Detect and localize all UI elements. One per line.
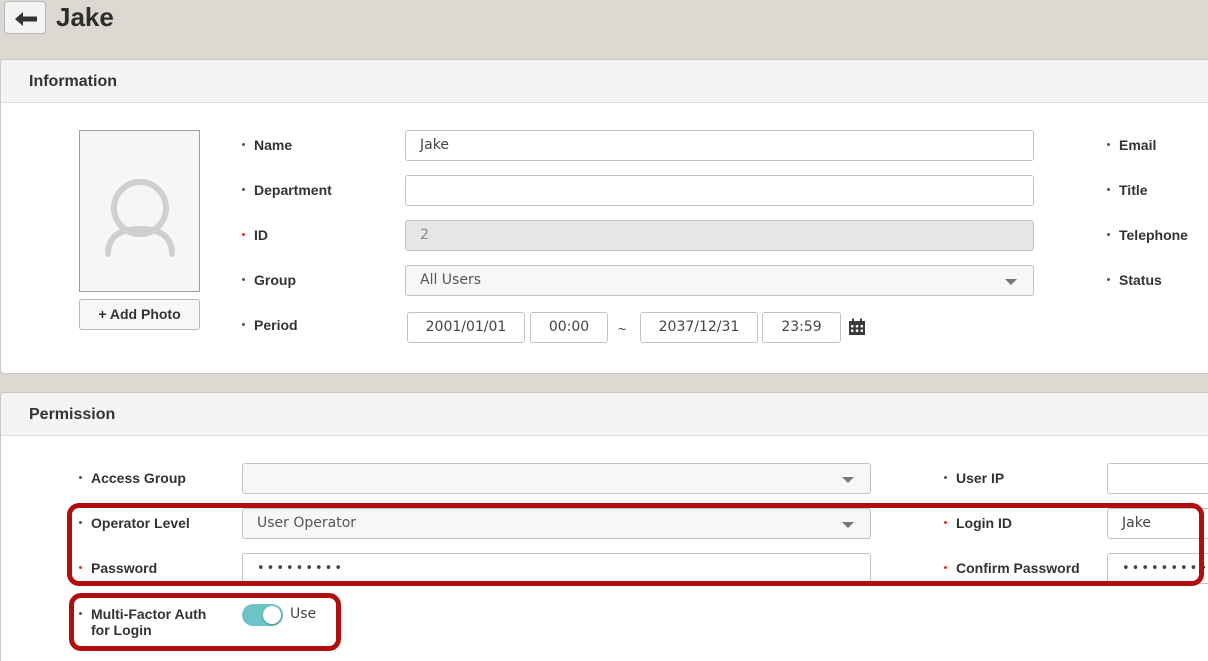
user-ip-input[interactable] [1107, 463, 1208, 494]
password-input[interactable]: ••••••••• [242, 553, 871, 584]
email-label: Email [1107, 137, 1156, 153]
add-photo-button[interactable]: + Add Photo [79, 299, 200, 330]
user-ip-label: User IP [944, 470, 1004, 486]
page-title: Jake [56, 2, 114, 32]
department-label: Department [242, 182, 332, 198]
password-label: Password [79, 560, 157, 576]
toggle-knob [263, 606, 281, 624]
user-avatar-icon [105, 179, 175, 257]
telephone-label: Telephone [1107, 227, 1188, 243]
period-separator: ~ [618, 321, 627, 337]
access-group-select[interactable] [242, 463, 871, 494]
operator-level-label: Operator Level [79, 515, 190, 531]
mfa-label: Multi-Factor Auth for Login [79, 606, 206, 638]
period-end-time-input[interactable]: 23:59 [762, 312, 841, 343]
period-end-date-input[interactable]: 2037/12/31 [640, 312, 758, 343]
group-select-value: All Users [420, 272, 482, 288]
id-label: ID [242, 227, 268, 243]
operator-level-select-value: User Operator [257, 515, 357, 531]
access-group-label: Access Group [79, 470, 186, 486]
mfa-toggle-label: Use [290, 606, 317, 622]
period-start-time-input[interactable]: 00:00 [530, 312, 608, 343]
confirm-password-label: Confirm Password [944, 560, 1080, 576]
title-label: Title [1107, 182, 1148, 198]
chevron-down-icon [842, 522, 854, 528]
photo-placeholder [79, 130, 200, 292]
id-input: 2 [405, 220, 1034, 251]
calendar-icon[interactable] [848, 318, 866, 336]
period-start-date-input[interactable]: 2001/01/01 [407, 312, 525, 343]
back-button[interactable] [4, 1, 46, 34]
department-input[interactable] [405, 175, 1034, 206]
permission-header: Permission [1, 393, 1208, 436]
login-id-input[interactable]: Jake [1107, 508, 1208, 539]
name-input[interactable]: Jake [405, 130, 1034, 161]
information-header: Information [1, 60, 1208, 103]
operator-level-select[interactable]: User Operator [242, 508, 871, 539]
name-label: Name [242, 137, 292, 153]
group-label: Group [242, 272, 296, 288]
group-select[interactable]: All Users [405, 265, 1034, 296]
arrow-left-icon [15, 12, 37, 26]
confirm-password-input[interactable]: ••••••••• [1107, 553, 1208, 584]
status-label: Status [1107, 272, 1162, 288]
login-id-label: Login ID [944, 515, 1012, 531]
chevron-down-icon [842, 477, 854, 483]
chevron-down-icon [1005, 279, 1017, 285]
period-label: Period [242, 317, 298, 333]
mfa-toggle[interactable] [242, 604, 283, 626]
